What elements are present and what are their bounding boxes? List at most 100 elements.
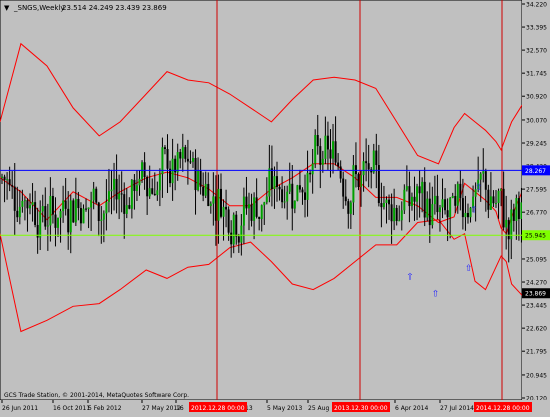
candle-body [247, 204, 250, 209]
candle-body [97, 202, 100, 221]
price-tick-label: 20.945 [526, 372, 547, 379]
candle-body [278, 186, 281, 190]
candle-body [291, 183, 294, 209]
candle-body [479, 173, 482, 180]
candle-body [441, 199, 444, 208]
candle-body [487, 189, 490, 210]
candle-body [64, 200, 67, 209]
candle-body [67, 208, 70, 233]
candle-body [49, 195, 52, 226]
candle-body [390, 204, 393, 222]
candle-body [179, 152, 182, 159]
candle-body [505, 219, 508, 228]
buy-arrow-icon: ⇧ [406, 273, 414, 283]
candle-body [304, 192, 307, 200]
hline-price-tag-label: 25.945 [525, 233, 546, 240]
candle-body [334, 141, 337, 163]
candle-body [225, 206, 228, 210]
candle-body [362, 161, 365, 176]
candle-body [184, 147, 187, 159]
candle-body [235, 214, 238, 237]
candle-body [276, 176, 279, 187]
candle-body [143, 162, 146, 178]
candle-body [324, 135, 327, 159]
candle-body [347, 201, 350, 214]
candle-body [82, 208, 85, 224]
candle-body [51, 195, 54, 215]
header-ohlc: 23.514 24.249 23.439 23.869 [62, 4, 167, 12]
candle-body [413, 196, 416, 202]
candle-body [337, 162, 340, 167]
symbol-dropdown-icon[interactable]: ▼ [4, 4, 10, 12]
candle-body [171, 158, 174, 184]
candle-body [421, 181, 424, 194]
candle-body [240, 225, 243, 243]
candle-body [296, 185, 299, 201]
candle-body [85, 208, 88, 210]
candle-body [367, 163, 370, 170]
candle-body [403, 189, 406, 211]
candle-body [349, 202, 352, 214]
candle-body [176, 152, 179, 173]
candle-body [199, 170, 202, 187]
price-chart[interactable]: ⇧ ⇧ ⇧ ⇧ ⇧ ▼ _SNGS,Weekly 23.514 24.249 23.43… [0, 0, 550, 413]
candle-body [464, 212, 467, 218]
candle-body [21, 200, 24, 207]
price-tick-label: 29.245 [526, 141, 547, 148]
buy-arrow-icon: ⇧ [465, 264, 473, 274]
candle-body [8, 179, 11, 186]
candle-body [314, 135, 317, 164]
buy-arrow-icon: ⇧ [470, 206, 478, 216]
candle-body [197, 170, 200, 191]
candle-body [100, 219, 103, 221]
candle-body [135, 185, 138, 192]
candle-body [18, 206, 21, 218]
candle-body [54, 214, 57, 228]
candle-body [466, 212, 469, 218]
candle-body [34, 202, 37, 225]
candle-body [385, 199, 388, 203]
price-tick-label: 21.795 [526, 349, 547, 356]
candle-body [26, 200, 29, 209]
candle-body [288, 183, 291, 192]
candle-body [156, 190, 159, 196]
candle-body [311, 163, 314, 175]
chart-window[interactable]: ⇧ ⇧ ⇧ ⇧ ⇧ ▼ _SNGS,Weekly 23.514 24.249 23.43… [0, 0, 550, 413]
candle-body [105, 201, 108, 214]
candle-body [107, 191, 110, 202]
candle-body [446, 210, 449, 218]
candle-body [321, 158, 324, 165]
candle-body [202, 186, 205, 196]
candle-body [258, 216, 261, 219]
date-tick-label: 6 Apr 2014 [395, 405, 428, 412]
date-tick-label: 25 Aug [308, 405, 329, 412]
candle-body [494, 202, 497, 204]
candle-body [207, 183, 210, 207]
price-tick-label: 30.070 [526, 117, 547, 124]
candle-body [388, 199, 391, 205]
price-tick-label: 23.445 [526, 303, 547, 310]
candle-body [263, 202, 266, 206]
candle-body [270, 168, 273, 190]
candle-body [222, 206, 225, 217]
date-tick-label: 5 Feb 2012 [88, 405, 122, 412]
price-tick-label: 30.920 [526, 94, 547, 101]
candle-body [148, 188, 151, 197]
candle-body [232, 214, 235, 245]
candle-body [301, 189, 304, 193]
candle-body [169, 168, 172, 184]
candle-body [62, 200, 65, 212]
price-axis: 34.220 33.395 32.570 31.745 30.920 30.070 29.2… [522, 0, 550, 403]
candle-body [219, 188, 222, 217]
candle-body [395, 207, 398, 221]
candle-body [482, 171, 485, 174]
candle-body [456, 183, 459, 206]
candle-body [492, 196, 495, 204]
candle-body [306, 172, 309, 200]
candle-body [102, 213, 105, 220]
candle-body [283, 201, 286, 203]
candle-body [451, 195, 454, 198]
candle-body [316, 135, 319, 147]
candle-body [113, 178, 116, 190]
candle-body [158, 174, 161, 191]
